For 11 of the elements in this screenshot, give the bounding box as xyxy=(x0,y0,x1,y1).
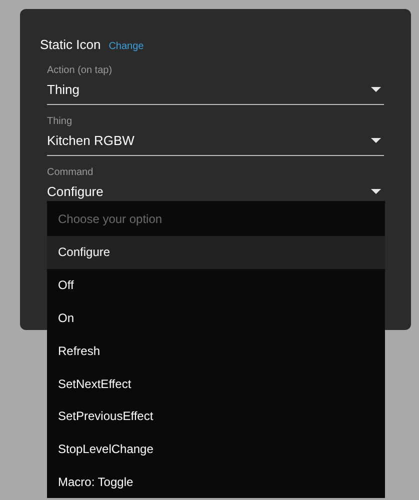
field-label: Command xyxy=(47,166,94,178)
caret-icon xyxy=(371,189,381,195)
field-label: Thing xyxy=(47,114,74,128)
select-field[interactable]: Thing xyxy=(47,76,384,104)
dropdown-option[interactable]: Configure xyxy=(47,236,385,269)
caret-icon xyxy=(371,87,381,93)
field-label: Action (on tap) xyxy=(47,64,114,76)
change-link[interactable]: Change xyxy=(108,39,144,54)
caret-icon xyxy=(371,138,381,144)
select-field[interactable]: Kitchen RGBW xyxy=(47,128,384,156)
dialog-title: Static Icon xyxy=(40,36,101,54)
